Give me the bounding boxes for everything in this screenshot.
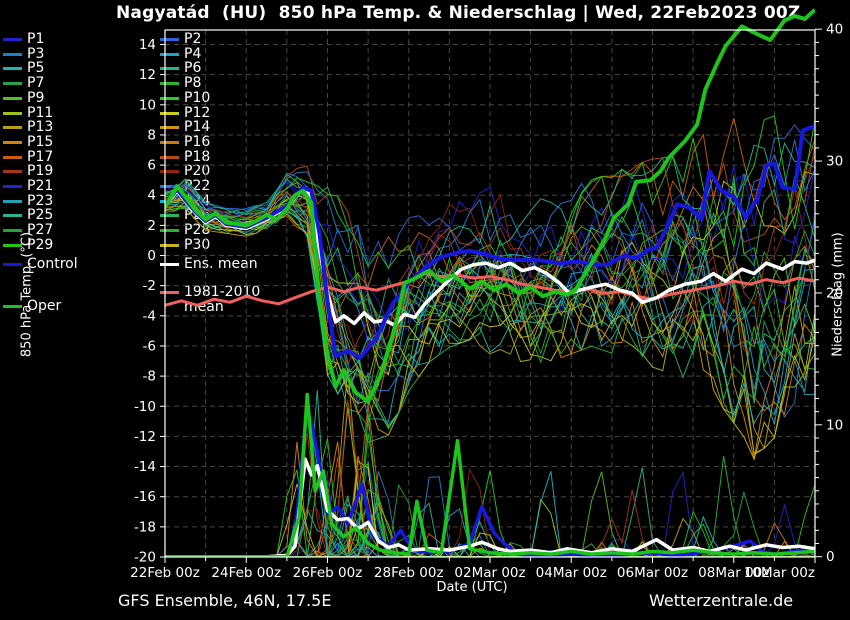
svg-text:-12: -12	[134, 429, 156, 445]
x-axis-title: Date (UTC)	[412, 580, 532, 595]
svg-text:14: 14	[139, 37, 156, 53]
svg-text:-6: -6	[143, 338, 156, 354]
ensemble-chart: 14 12 10 8 6 4 2 0 -2 -4 -6 -8 -10 -12 -14 -16 -18 -20 0 10…	[0, 0, 850, 620]
svg-text:-2: -2	[143, 278, 156, 294]
svg-text:04Mar 00z: 04Mar 00z	[536, 565, 607, 581]
svg-text:02Mar 00z: 02Mar 00z	[454, 565, 525, 581]
svg-text:8: 8	[147, 127, 156, 143]
model-location-label: GFS Ensemble, 46N, 17.5E	[118, 591, 331, 610]
svg-text:26Feb 00z: 26Feb 00z	[293, 565, 363, 581]
svg-text:28Feb 00z: 28Feb 00z	[374, 565, 444, 581]
svg-text:40: 40	[826, 22, 843, 38]
svg-text:10Mar 00z: 10Mar 00z	[744, 565, 815, 581]
svg-text:-4: -4	[143, 308, 156, 324]
svg-text:0: 0	[147, 248, 156, 264]
svg-text:30: 30	[826, 154, 843, 170]
svg-text:06Mar 00z: 06Mar 00z	[617, 565, 688, 581]
svg-text:10: 10	[826, 417, 843, 433]
left-axis-title: 850 hPa Temp. (°C)	[20, 225, 35, 365]
svg-text:22Feb 00z: 22Feb 00z	[130, 565, 200, 581]
svg-text:6: 6	[147, 158, 156, 174]
svg-text:10: 10	[139, 97, 156, 113]
svg-text:4: 4	[147, 188, 156, 204]
svg-text:-14: -14	[134, 459, 156, 475]
svg-text:24Feb 00z: 24Feb 00z	[211, 565, 281, 581]
svg-text:12: 12	[139, 67, 156, 83]
right-axis-title: Niederschlag (mm)	[831, 225, 846, 365]
svg-text:-18: -18	[134, 519, 156, 535]
svg-text:-8: -8	[143, 369, 156, 385]
svg-text:0: 0	[826, 549, 835, 565]
svg-text:-10: -10	[134, 399, 156, 415]
svg-text:2: 2	[147, 218, 156, 234]
ensemble-forecast-page: Nagyatád (HU) 850 hPa Temp. & Niederschl…	[0, 0, 850, 620]
svg-text:-16: -16	[134, 489, 156, 505]
site-credit-label: Wetterzentrale.de	[649, 591, 793, 610]
svg-text:-20: -20	[134, 550, 156, 566]
